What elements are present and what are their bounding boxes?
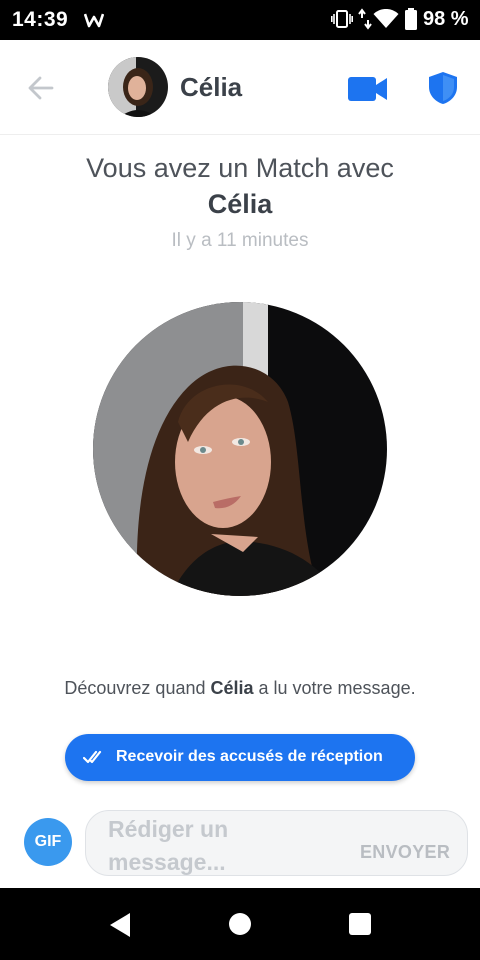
- match-time: Il y a 11 minutes: [171, 230, 309, 251]
- status-bar: 14:39 98 %: [0, 0, 480, 40]
- double-check-icon: [82, 749, 105, 770]
- read-receipts-text-before: Découvrez quand: [64, 678, 211, 698]
- nav-recents-button[interactable]: [349, 913, 371, 935]
- read-receipts-text-after: a lu votre message.: [253, 678, 416, 698]
- nav-home-button[interactable]: [229, 913, 251, 935]
- back-button[interactable]: [22, 70, 62, 106]
- battery-level: 98 %: [423, 8, 469, 30]
- wifi-icon: [373, 8, 399, 34]
- shield-icon: [429, 72, 457, 104]
- video-camera-icon: [348, 77, 387, 101]
- battery-icon: [404, 8, 418, 35]
- match-profile-photo[interactable]: [93, 302, 387, 596]
- status-time: 14:39: [12, 8, 69, 31]
- read-receipts-button-label: Recevoir des accusés de réception: [116, 748, 383, 765]
- message-input[interactable]: Rédiger un message...: [108, 813, 348, 879]
- avatar[interactable]: [108, 57, 168, 117]
- nav-back-button[interactable]: [108, 912, 132, 938]
- safety-button[interactable]: [426, 70, 460, 106]
- nav-back-icon: [110, 913, 130, 937]
- vibrate-icon: [331, 9, 353, 34]
- profile-photo: [93, 302, 387, 596]
- read-receipts-text: Découvrez quand Célia a lu votre message…: [0, 678, 480, 699]
- video-call-button[interactable]: [346, 74, 390, 104]
- match-title: Vous avez un Match avec Célia: [0, 150, 480, 222]
- message-composer: Rédiger un message... ENVOYER: [85, 810, 468, 876]
- read-receipts-name: Célia: [210, 678, 254, 698]
- system-nav-bar: [0, 888, 480, 960]
- match-name: Célia: [207, 189, 273, 219]
- profile-photo-thumbnail: [108, 57, 168, 117]
- w-app-icon: [83, 12, 105, 33]
- gif-button[interactable]: GIF: [24, 818, 72, 866]
- back-arrow-icon: [28, 76, 54, 100]
- send-button[interactable]: ENVOYER: [360, 842, 450, 863]
- chat-header: Célia: [0, 40, 480, 135]
- data-icon: [358, 8, 372, 35]
- match-title-text: Vous avez un Match avec: [86, 153, 394, 183]
- header-name[interactable]: Célia: [180, 72, 242, 103]
- read-receipts-button[interactable]: Recevoir des accusés de réception: [65, 734, 415, 781]
